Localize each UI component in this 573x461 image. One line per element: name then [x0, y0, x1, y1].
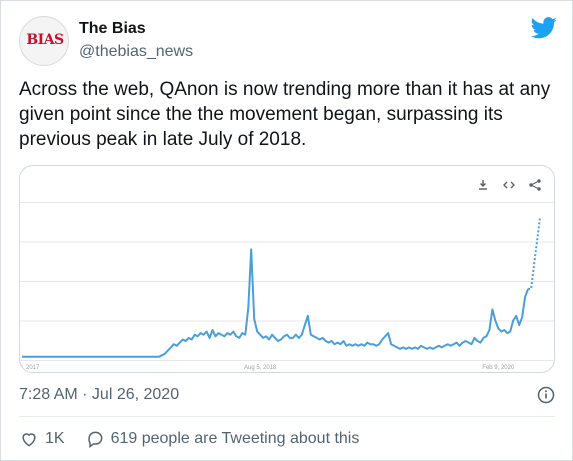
tweet-timestamp[interactable]: 7:28 AM · Jul 26, 2020 — [19, 386, 179, 404]
chart-toolbar — [476, 177, 542, 193]
handle[interactable]: @thebias_news — [79, 43, 193, 61]
trend-chart: Jan 29, 2017 Aug 5, 2018 Feb 9, 2020 — [20, 202, 554, 371]
bias-logo: BIAS — [26, 32, 64, 48]
series-line-partial — [528, 217, 541, 290]
like-count: 1K — [45, 430, 65, 447]
display-name[interactable]: The Bias — [79, 20, 146, 38]
embed-icon[interactable] — [502, 178, 516, 192]
action-bar: 1K 619 people are Tweeting about this — [19, 428, 359, 450]
series-line-interest — [22, 248, 530, 358]
tweet-text: Across the web, QAnon is now trending mo… — [19, 79, 551, 150]
x-tick-label: Feb 9, 2020 — [482, 365, 515, 371]
like-button[interactable]: 1K — [19, 429, 65, 449]
reply-button[interactable]: 619 people are Tweeting about this — [85, 429, 360, 449]
x-tick-label: Jan 29, 2017 — [20, 365, 40, 371]
share-icon[interactable] — [528, 178, 542, 192]
tweet-card: BIAS The Bias @thebias_news Across the w… — [0, 0, 573, 461]
chart-card[interactable]: Jan 29, 2017 Aug 5, 2018 Feb 9, 2020 — [19, 165, 555, 373]
avatar[interactable]: BIAS — [19, 16, 69, 66]
download-icon[interactable] — [476, 178, 490, 192]
heart-icon — [22, 433, 36, 447]
reply-text: 619 people are Tweeting about this — [110, 430, 360, 447]
divider — [19, 416, 555, 417]
x-tick-label: Aug 5, 2018 — [244, 365, 277, 371]
speech-bubble-icon — [87, 431, 102, 448]
info-icon[interactable] — [537, 386, 555, 404]
twitter-bird-icon[interactable] — [531, 17, 557, 39]
